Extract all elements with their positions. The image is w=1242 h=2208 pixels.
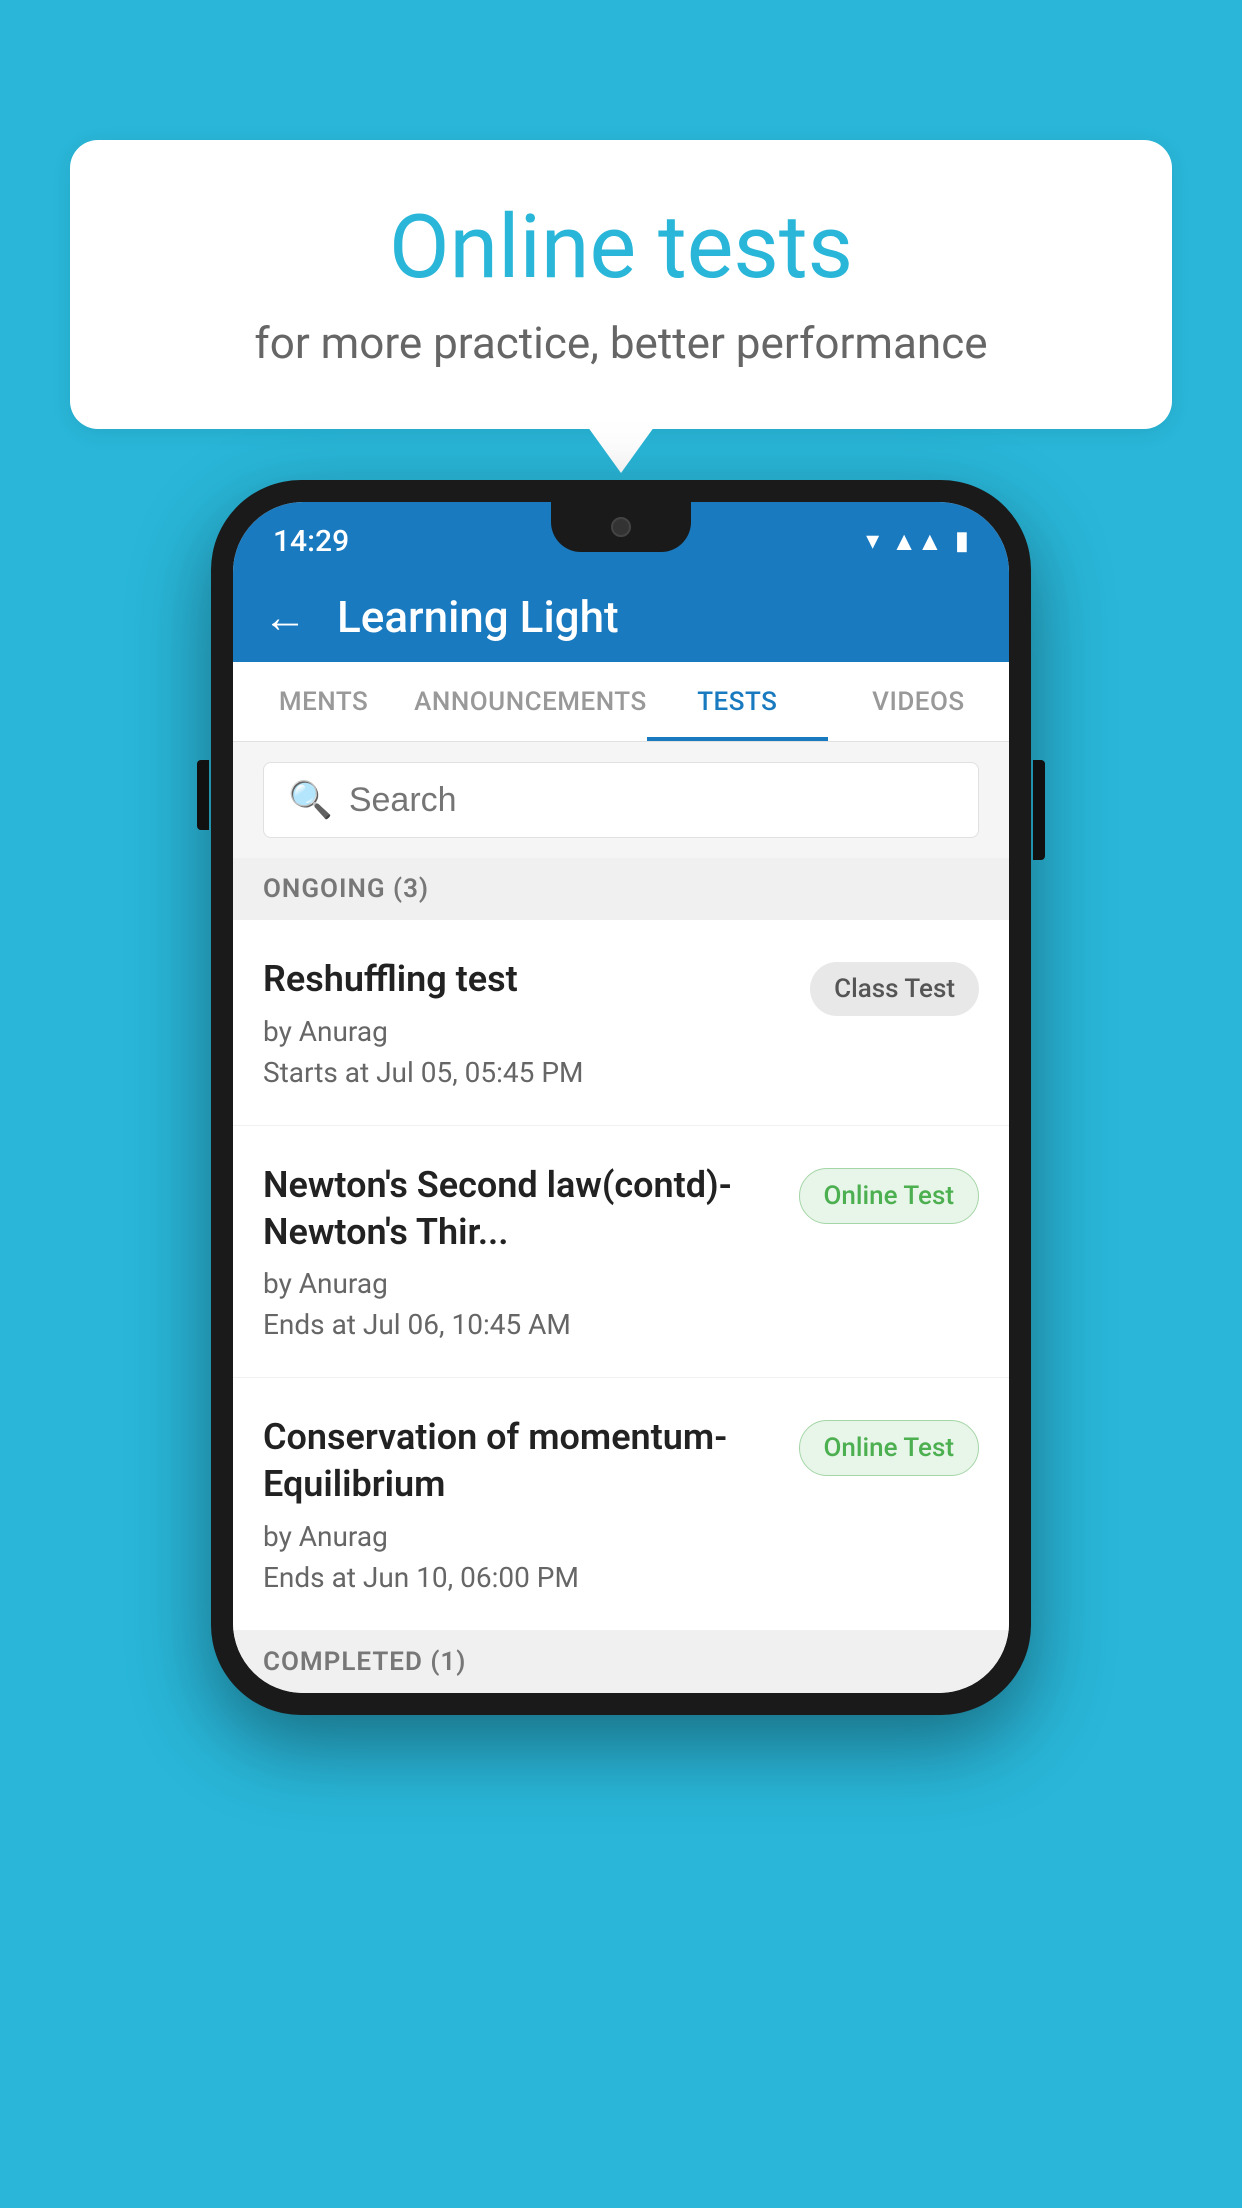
test-author-conservation: by Anurag xyxy=(263,1520,779,1553)
ongoing-test-list: Reshuffling test by Anurag Starts at Jul… xyxy=(233,920,1009,1631)
test-badge-newton: Online Test xyxy=(799,1168,980,1224)
status-icons: ▾ ▲▲ ▮ xyxy=(866,526,969,557)
signal-icon: ▲▲ xyxy=(891,526,942,557)
tab-ments[interactable]: MENTS xyxy=(233,662,414,741)
search-icon: 🔍 xyxy=(288,779,333,821)
test-time-conservation: Ends at Jun 10, 06:00 PM xyxy=(263,1561,779,1594)
wifi-icon: ▾ xyxy=(866,526,879,556)
tab-videos[interactable]: VIDEOS xyxy=(828,662,1009,741)
test-item-reshuffling[interactable]: Reshuffling test by Anurag Starts at Jul… xyxy=(233,920,1009,1126)
tab-tests[interactable]: TESTS xyxy=(647,662,828,741)
test-name-newton: Newton's Second law(contd)-Newton's Thir… xyxy=(263,1162,779,1256)
status-time: 14:29 xyxy=(273,524,349,559)
search-bar[interactable]: 🔍 xyxy=(263,762,979,838)
test-info-reshuffling: Reshuffling test by Anurag Starts at Jul… xyxy=(263,956,790,1089)
phone-mockup: 14:29 ▾ ▲▲ ▮ ← Learning Light MENTS ANNO… xyxy=(211,480,1031,1715)
phone-outer: 14:29 ▾ ▲▲ ▮ ← Learning Light MENTS ANNO… xyxy=(211,480,1031,1715)
tab-announcements[interactable]: ANNOUNCEMENTS xyxy=(414,662,647,741)
completed-section-header: COMPLETED (1) xyxy=(233,1631,1009,1693)
test-info-newton: Newton's Second law(contd)-Newton's Thir… xyxy=(263,1162,779,1342)
test-item-conservation[interactable]: Conservation of momentum-Equilibrium by … xyxy=(233,1378,1009,1631)
test-item-newton[interactable]: Newton's Second law(contd)-Newton's Thir… xyxy=(233,1126,1009,1379)
test-author-reshuffling: by Anurag xyxy=(263,1015,790,1048)
test-badge-reshuffling: Class Test xyxy=(810,962,979,1016)
back-button[interactable]: ← xyxy=(263,591,307,643)
app-title: Learning Light xyxy=(337,591,619,643)
test-info-conservation: Conservation of momentum-Equilibrium by … xyxy=(263,1414,779,1594)
promo-card: Online tests for more practice, better p… xyxy=(70,140,1172,429)
test-time-reshuffling: Starts at Jul 05, 05:45 PM xyxy=(263,1056,790,1089)
phone-screen: 14:29 ▾ ▲▲ ▮ ← Learning Light MENTS ANNO… xyxy=(233,502,1009,1693)
app-header: ← Learning Light xyxy=(233,572,1009,662)
ongoing-section-header: ONGOING (3) xyxy=(233,858,1009,920)
test-name-reshuffling: Reshuffling test xyxy=(263,956,790,1003)
camera xyxy=(611,517,631,537)
test-name-conservation: Conservation of momentum-Equilibrium xyxy=(263,1414,779,1508)
battery-icon: ▮ xyxy=(955,526,969,556)
bubble-subtitle: for more practice, better performance xyxy=(150,317,1092,369)
speech-bubble: Online tests for more practice, better p… xyxy=(70,140,1172,429)
search-container: 🔍 xyxy=(233,742,1009,858)
test-author-newton: by Anurag xyxy=(263,1267,779,1300)
tabs-bar: MENTS ANNOUNCEMENTS TESTS VIDEOS xyxy=(233,662,1009,742)
test-time-newton: Ends at Jul 06, 10:45 AM xyxy=(263,1308,779,1341)
test-badge-conservation: Online Test xyxy=(799,1420,980,1476)
phone-notch xyxy=(551,502,691,552)
bubble-title: Online tests xyxy=(150,200,1092,297)
search-input[interactable] xyxy=(349,781,954,820)
